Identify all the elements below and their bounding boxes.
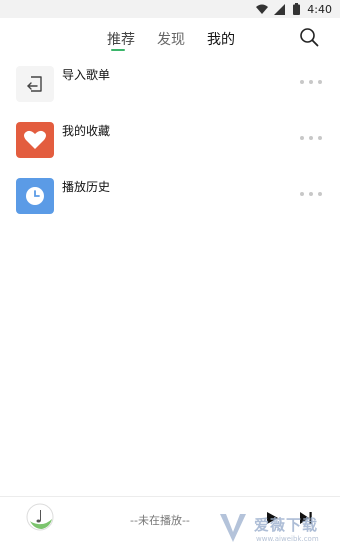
tab-discover[interactable]: 发现 bbox=[157, 29, 185, 49]
watermark-url: www.aiweibk.com bbox=[256, 535, 319, 543]
status-time: 4:40 bbox=[307, 2, 332, 16]
watermark-v-icon bbox=[220, 514, 246, 542]
search-icon[interactable] bbox=[298, 26, 320, 48]
watermark-text: 爱薇下载 bbox=[254, 516, 319, 534]
tab-recommend[interactable]: 推荐 bbox=[107, 29, 135, 49]
list-item-my-favorites[interactable]: 我的收藏 bbox=[0, 114, 340, 168]
signal-icon bbox=[273, 3, 285, 15]
heart-icon bbox=[16, 122, 54, 158]
list-item-import-playlist[interactable]: 导入歌单 bbox=[0, 58, 340, 112]
import-icon bbox=[16, 66, 54, 102]
list-item-play-history[interactable]: 播放历史 bbox=[0, 170, 340, 224]
now-playing-status: --未在播放-- bbox=[130, 514, 190, 527]
battery-icon bbox=[290, 3, 302, 15]
watermark-logo: 爱薇下载 www.aiweibk.com bbox=[218, 512, 336, 548]
wifi-icon bbox=[256, 3, 269, 15]
more-options-icon[interactable] bbox=[300, 134, 322, 142]
more-options-icon[interactable] bbox=[300, 78, 322, 86]
top-tab-bar: 推荐 发现 我的 bbox=[0, 18, 340, 58]
album-cover-icon[interactable] bbox=[26, 503, 54, 531]
status-bar: 4:40 bbox=[0, 0, 340, 18]
clock-icon bbox=[16, 178, 54, 214]
active-tab-indicator bbox=[111, 49, 125, 51]
list-item-label: 播放历史 bbox=[62, 180, 111, 194]
more-options-icon[interactable] bbox=[300, 190, 322, 198]
tab-mine[interactable]: 我的 bbox=[207, 29, 235, 49]
list-item-label: 导入歌单 bbox=[62, 68, 111, 82]
list-item-label: 我的收藏 bbox=[62, 124, 111, 138]
